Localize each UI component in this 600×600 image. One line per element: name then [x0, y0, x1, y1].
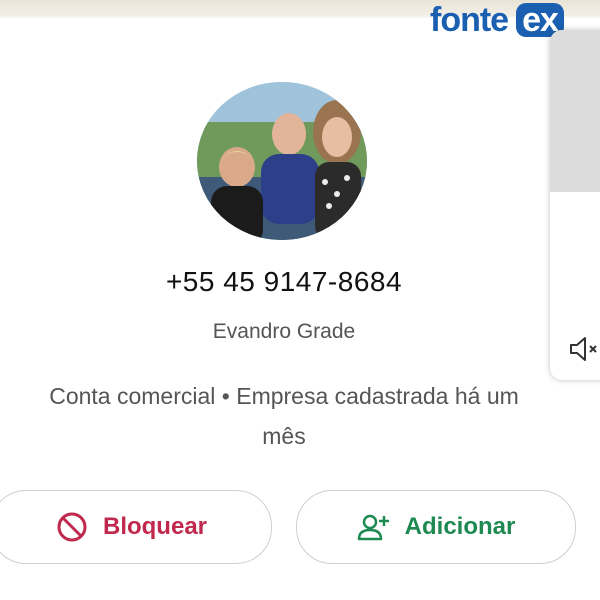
logo-text: fonte: [430, 0, 509, 39]
add-contact-button-label: Adicionar: [404, 513, 516, 540]
contact-phone: +55 45 9147-8684: [165, 266, 403, 297]
description-line-2: mês: [262, 423, 306, 449]
add-contact-button[interactable]: Adicionar: [296, 490, 576, 564]
side-panel-preview: [550, 30, 600, 192]
watermark-logo: fonte ex: [430, 0, 564, 40]
description-line-1: Conta comercial • Empresa cadastrada há …: [49, 383, 519, 409]
speaker-icon[interactable]: [568, 334, 598, 364]
add-person-icon: [357, 514, 389, 541]
block-button-label: Bloquear: [102, 513, 207, 540]
block-button[interactable]: Bloquear: [0, 490, 272, 564]
contact-name: Evandro Grade: [212, 320, 356, 343]
block-icon: [57, 512, 87, 542]
avatar[interactable]: [197, 82, 367, 240]
avatar-photo: [197, 82, 367, 240]
contact-description: Conta comercial • Empresa cadastrada há …: [0, 376, 568, 456]
